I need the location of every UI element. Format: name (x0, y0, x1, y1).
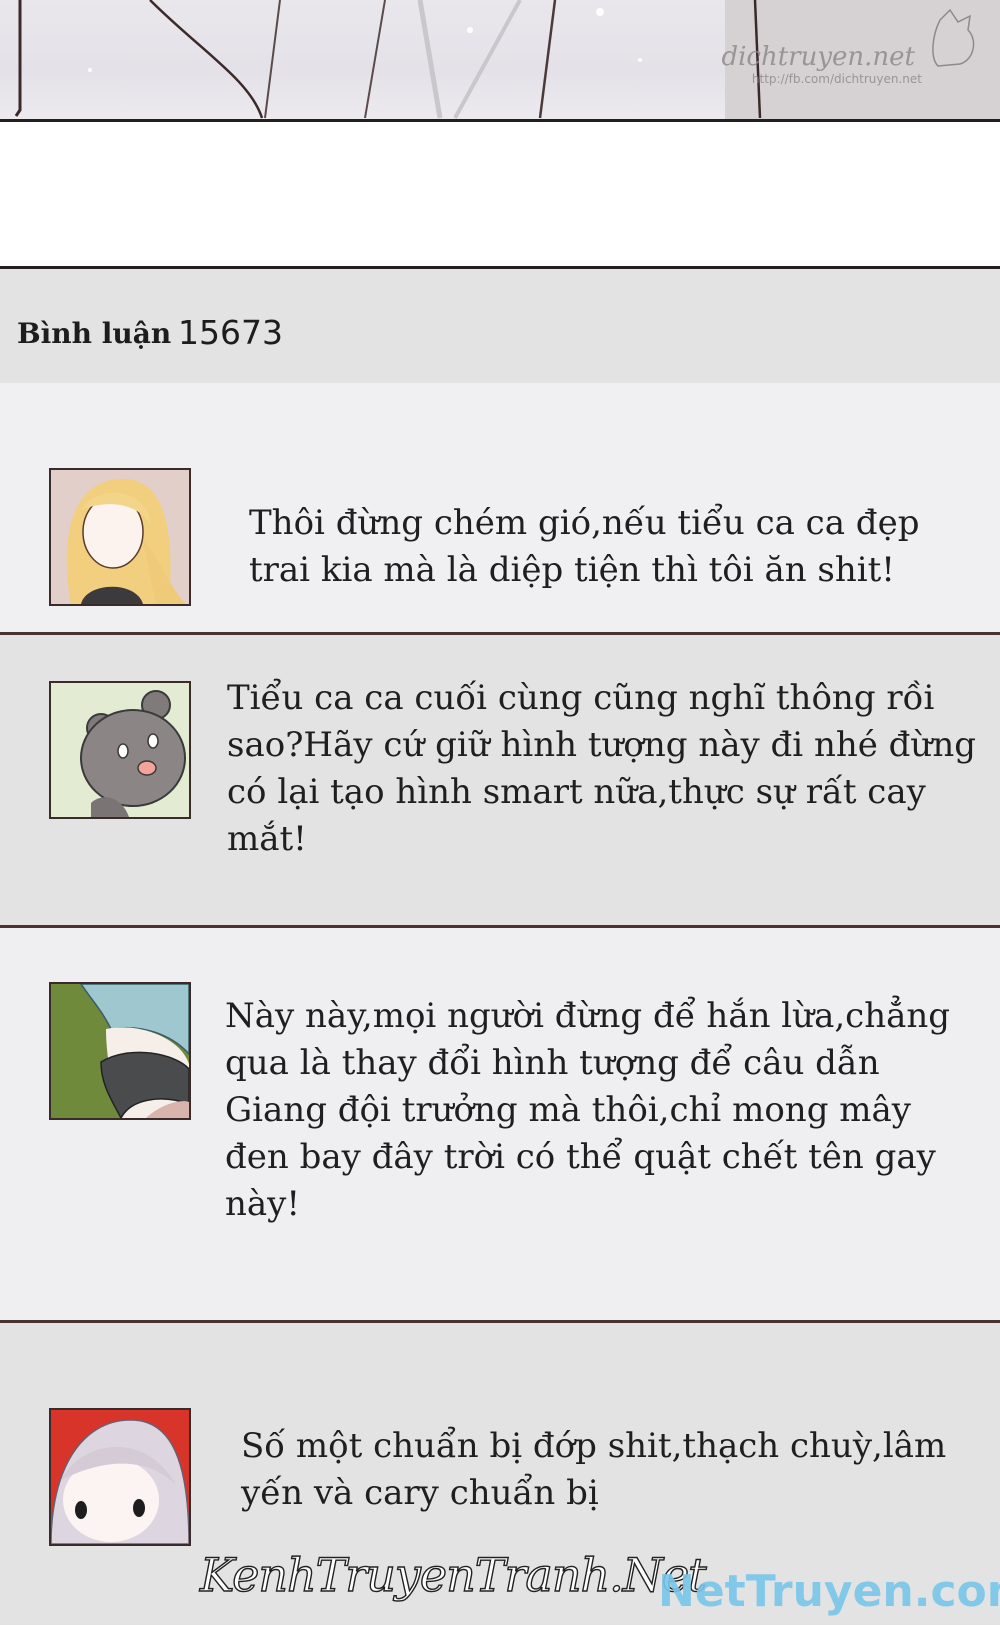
watermark-title: dichtruyen.net (721, 42, 915, 72)
comment-text: Số một chuẩn bị đớp shit,thạch chuỳ,lâm … (241, 1426, 947, 1513)
comment-item: Tiểu ca ca cuối cùng cũng nghĩ thông rồi… (0, 635, 1000, 928)
blue-hair-scarf-avatar-icon[interactable] (49, 982, 191, 1120)
comment-text: Tiểu ca ca cuối cùng cũng nghĩ thông rồi… (227, 678, 976, 859)
silver-hair-girl-avatar-icon[interactable] (49, 1408, 191, 1546)
watermark-kenhtruyentranh: KenhTruyenTranh.Net (199, 1547, 707, 1602)
comment-item: Này này,mọi người đừng để hắn lừa,chẳng … (0, 928, 1000, 1323)
comment-text: Này này,mọi người đừng để hắn lừa,chẳng … (225, 996, 951, 1224)
manga-panel-bottom: dichtruyen.net http://fb.com/dichtruyen.… (0, 0, 1000, 122)
bear-avatar-icon[interactable] (49, 681, 191, 819)
blonde-girl-avatar-icon[interactable] (49, 468, 191, 606)
comments-section: Bình luận 15673 Thôi đừng chém gió,nếu t… (0, 266, 1000, 1625)
comments-header: Bình luận 15673 (0, 269, 1000, 385)
watermark-url: http://fb.com/dichtruyen.net (751, 72, 922, 86)
comments-count: 15673 (178, 313, 283, 352)
comment-text: Thôi đừng chém gió,nếu tiểu ca ca đẹp tr… (249, 503, 920, 590)
comment-item: Thôi đừng chém gió,nếu tiểu ca ca đẹp tr… (0, 383, 1000, 635)
comments-label: Bình luận (17, 317, 172, 350)
watermark-nettruyen: NetTruyen.com (658, 1566, 1000, 1617)
